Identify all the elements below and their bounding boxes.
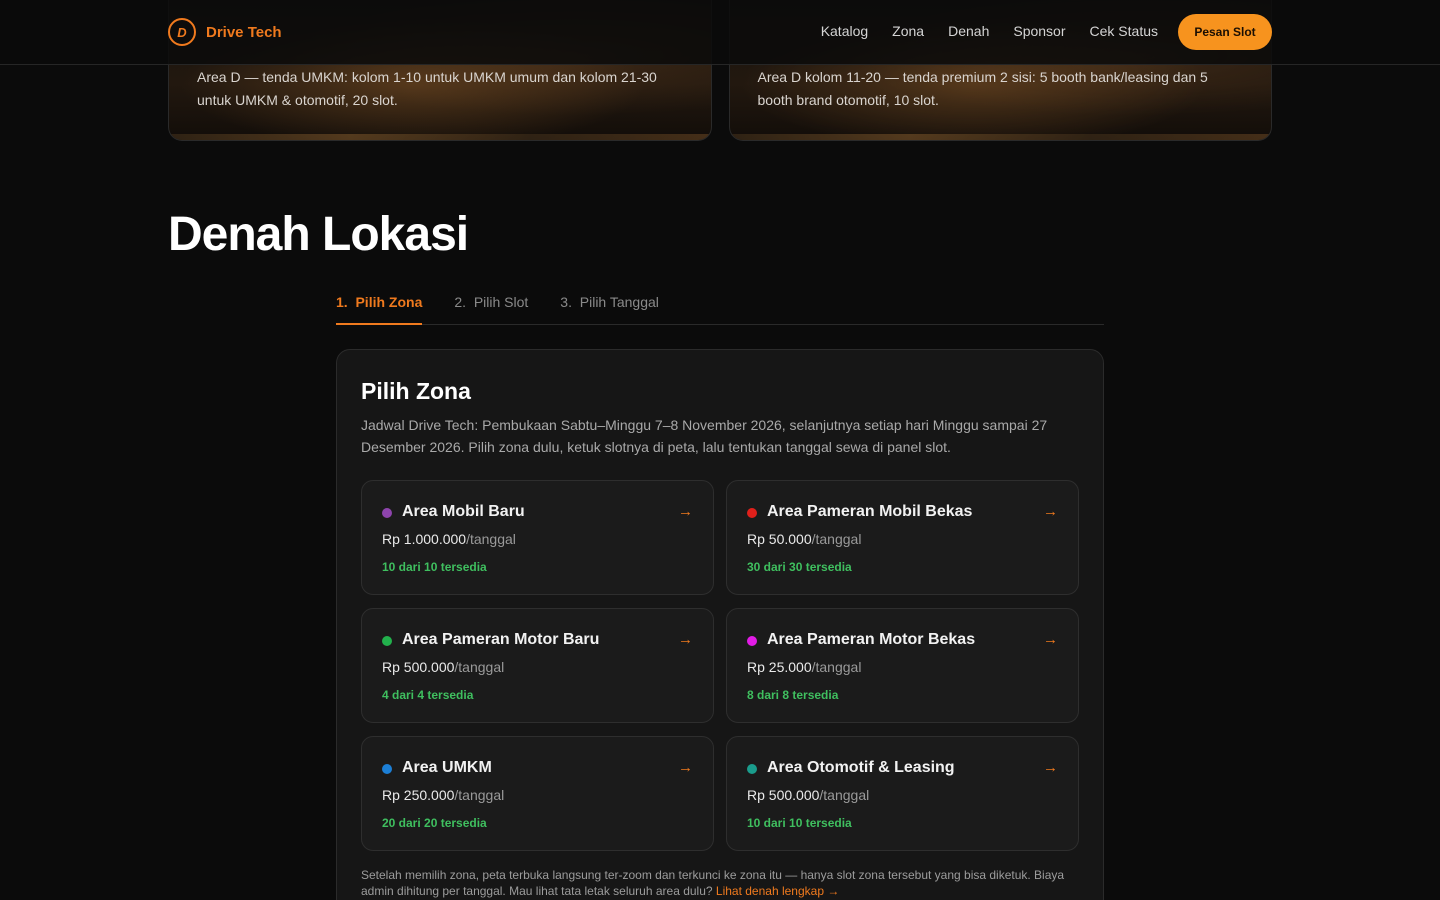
zone-price: Rp 500.000/tanggal: [382, 659, 505, 675]
step-tabs: 1. Pilih Zona 2. Pilih Slot 3. Pilih Tan…: [336, 287, 1104, 325]
zone-price: Rp 250.000/tanggal: [382, 787, 505, 803]
zone-availability: 10 dari 10 tersedia: [747, 816, 852, 830]
zone-name: Area Otomotif & Leasing: [767, 759, 955, 776]
menu-item-zona[interactable]: Zona: [892, 23, 924, 39]
zone-card-umkm[interactable]: Area UMKM → Rp 250.000/tanggal 20 dari 2…: [361, 736, 714, 851]
menu-item-sponsor[interactable]: Sponsor: [1013, 23, 1065, 39]
arrow-right-icon: →: [678, 759, 693, 776]
zone-card-otomotif-leasing[interactable]: Area Otomotif & Leasing → Rp 500.000/tan…: [726, 736, 1079, 851]
brand-name: Drive Tech: [206, 23, 282, 41]
zone-price: Rp 1.000.000/tanggal: [382, 531, 516, 547]
zone-availability: 20 dari 20 tersedia: [382, 816, 487, 830]
menu-item-cek-status[interactable]: Cek Status: [1090, 23, 1158, 39]
zone-grid: Area Mobil Baru → Rp 1.000.000/tanggal 1…: [361, 480, 1079, 851]
photo-card-caption: Area D — tenda UMKM: kolom 1-10 untuk UM…: [197, 69, 657, 108]
zone-price: Rp 25.000/tanggal: [747, 659, 862, 675]
zone-color-dot-icon: [747, 636, 757, 646]
main-menu: Katalog Zona Denah Sponsor Cek Status: [821, 23, 1158, 39]
menu-item-katalog[interactable]: Katalog: [821, 23, 868, 39]
zone-picker-panel: Pilih Zona Jadwal Drive Tech: Pembukaan …: [336, 349, 1104, 900]
tab-pilih-tanggal[interactable]: 3. Pilih Tanggal: [560, 287, 659, 325]
zone-color-dot-icon: [382, 636, 392, 646]
zone-name: Area Pameran Motor Baru: [402, 631, 600, 648]
zone-color-dot-icon: [747, 508, 757, 518]
top-navbar: D Drive Tech Katalog Zona Denah Sponsor …: [0, 0, 1440, 65]
arrow-right-icon: →: [1043, 759, 1058, 776]
arrow-right-icon: →: [1043, 631, 1058, 648]
zone-color-dot-icon: [747, 764, 757, 774]
zone-card-mobil-baru[interactable]: Area Mobil Baru → Rp 1.000.000/tanggal 1…: [361, 480, 714, 595]
full-map-link[interactable]: Lihat denah lengkap →: [716, 884, 839, 898]
zone-price: Rp 50.000/tanggal: [747, 531, 862, 547]
zone-price: Rp 500.000/tanggal: [747, 787, 870, 803]
brand[interactable]: D Drive Tech: [168, 18, 282, 46]
zone-availability: 4 dari 4 tersedia: [382, 688, 474, 702]
zone-card-motor-bekas[interactable]: Area Pameran Motor Bekas → Rp 25.000/tan…: [726, 608, 1079, 723]
photo-card-caption: Area D kolom 11-20 — tenda premium 2 sis…: [757, 69, 1208, 108]
zone-card-motor-baru[interactable]: Area Pameran Motor Baru → Rp 500.000/tan…: [361, 608, 714, 723]
arrow-right-icon: →: [1043, 503, 1058, 520]
zone-color-dot-icon: [382, 764, 392, 774]
book-slot-button[interactable]: Pesan Slot: [1178, 14, 1272, 50]
zone-name: Area Mobil Baru: [402, 503, 525, 520]
zone-availability: 8 dari 8 tersedia: [747, 688, 839, 702]
zone-availability: 30 dari 30 tersedia: [747, 560, 852, 574]
zone-name: Area Pameran Motor Bekas: [767, 631, 976, 648]
zone-name: Area UMKM: [402, 759, 492, 776]
brand-logo-icon: D: [168, 18, 196, 46]
tab-pilih-zona[interactable]: 1. Pilih Zona: [336, 287, 423, 325]
zone-color-dot-icon: [382, 508, 392, 518]
page-title: Denah Lokasi: [168, 208, 469, 261]
zone-help-note: Setelah memilih zona, peta terbuka langs…: [361, 868, 1065, 898]
panel-title: Pilih Zona: [361, 378, 471, 404]
schedule-description: Jadwal Drive Tech: Pembukaan Sabtu–Mingg…: [361, 417, 1048, 455]
menu-item-denah[interactable]: Denah: [948, 23, 989, 39]
arrow-right-icon: →: [678, 503, 693, 520]
zone-name: Area Pameran Mobil Bekas: [767, 503, 973, 520]
arrow-right-icon: →: [678, 631, 693, 648]
zone-card-mobil-bekas[interactable]: Area Pameran Mobil Bekas → Rp 50.000/tan…: [726, 480, 1079, 595]
tab-pilih-slot[interactable]: 2. Pilih Slot: [454, 287, 528, 325]
zone-availability: 10 dari 10 tersedia: [382, 560, 487, 574]
